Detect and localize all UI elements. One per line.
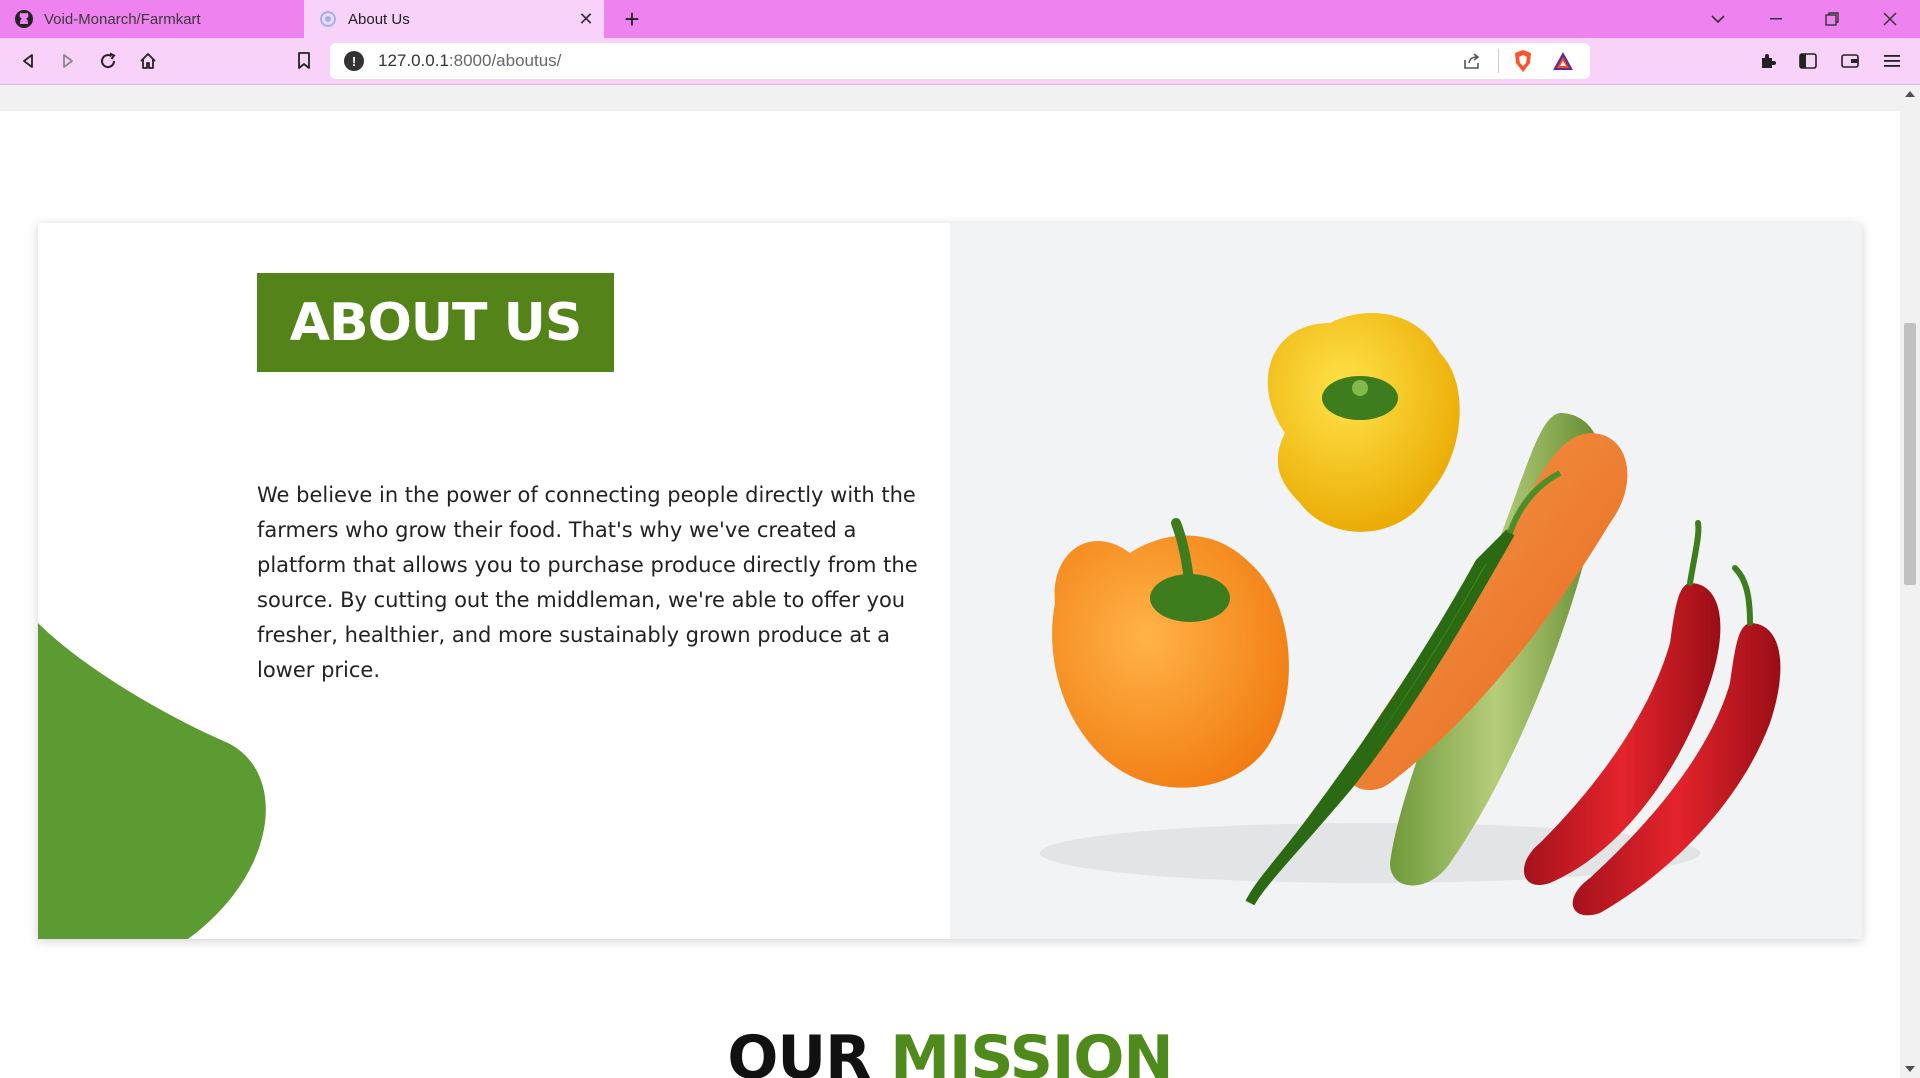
tab-search-chevron-icon[interactable] <box>1696 0 1740 38</box>
mission-heading-mission: MISSION <box>890 1023 1173 1078</box>
brave-rewards-icon[interactable] <box>1552 50 1574 77</box>
new-tab-button[interactable]: + <box>618 5 646 33</box>
about-section: ABOUT US We believe in the power of conn… <box>38 223 1862 939</box>
site-favicon-icon <box>318 9 338 29</box>
url-text: 127.0.0.1:8000/aboutus/ <box>378 51 562 70</box>
menu-icon[interactable] <box>1878 47 1906 75</box>
bookmark-icon[interactable] <box>290 47 318 75</box>
github-icon <box>14 9 34 29</box>
navbar-bottom-edge <box>0 85 1900 111</box>
wallet-icon[interactable] <box>1836 47 1864 75</box>
tab-title: About Us <box>348 10 410 28</box>
close-tab-icon[interactable]: ✕ <box>576 9 596 29</box>
tab-strip: Void-Monarch/Farmkart About Us ✕ + <box>0 0 1920 38</box>
mission-heading-our: OUR <box>727 1023 871 1078</box>
address-bar[interactable]: ! 127.0.0.1:8000/aboutus/ <box>330 43 1590 79</box>
scroll-up-arrow-icon[interactable] <box>1905 91 1915 97</box>
browser-toolbar: ! 127.0.0.1:8000/aboutus/ <box>0 38 1920 85</box>
minimize-icon[interactable] <box>1754 0 1798 38</box>
brave-shield-icon[interactable] <box>1512 49 1534 78</box>
reload-icon[interactable] <box>94 47 122 75</box>
scroll-down-arrow-icon[interactable] <box>1905 1066 1915 1072</box>
about-description: We believe in the power of connecting pe… <box>257 483 918 682</box>
home-icon[interactable] <box>134 47 162 75</box>
back-icon[interactable] <box>14 47 42 75</box>
forward-icon[interactable] <box>54 47 82 75</box>
tab-title: Void-Monarch/Farmkart <box>44 10 201 28</box>
site-info-icon[interactable]: ! <box>344 51 364 71</box>
mission-heading: OUR MISSION <box>0 1023 1900 1078</box>
tab-about-us[interactable]: About Us ✕ <box>304 0 604 38</box>
page-viewport: ABOUT US We believe in the power of conn… <box>0 85 1900 1078</box>
scrollbar-thumb[interactable] <box>1904 323 1916 585</box>
sidebar-icon[interactable] <box>1794 47 1822 75</box>
extensions-icon[interactable] <box>1754 47 1782 75</box>
url-divider <box>1498 49 1499 73</box>
tab-github[interactable]: Void-Monarch/Farmkart <box>0 0 302 38</box>
about-text-panel: ABOUT US We believe in the power of conn… <box>38 223 950 939</box>
vegetables-image <box>950 223 1862 939</box>
about-title-box: ABOUT US <box>257 273 614 372</box>
vegetables-illustration <box>1040 313 1781 916</box>
about-title: ABOUT US <box>289 292 583 353</box>
share-icon[interactable] <box>1462 51 1482 76</box>
close-window-icon[interactable] <box>1868 0 1912 38</box>
page-scrollbar[interactable] <box>1900 85 1920 1078</box>
restore-icon[interactable] <box>1810 0 1854 38</box>
decorative-leaf-shape <box>38 623 266 939</box>
